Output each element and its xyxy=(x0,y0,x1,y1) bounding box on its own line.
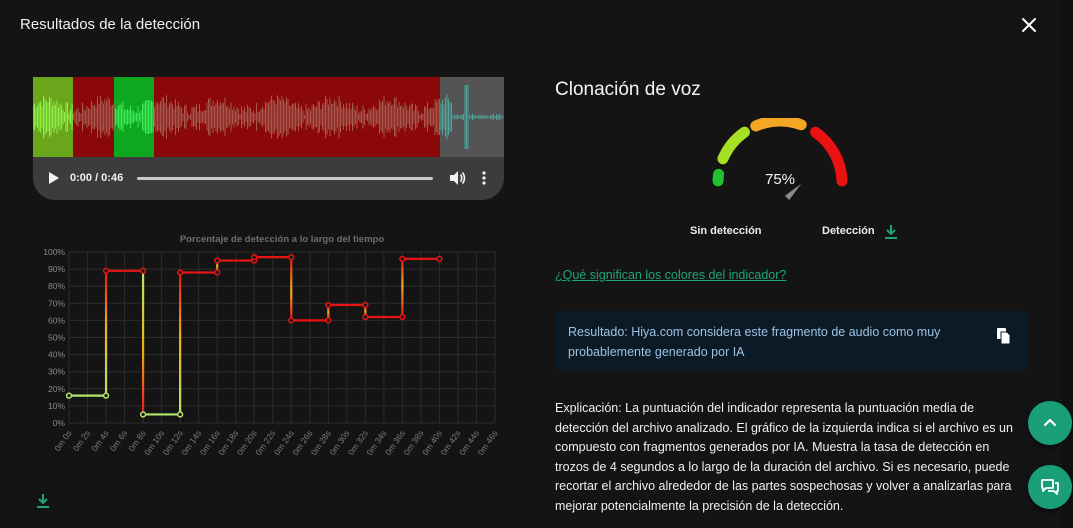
chart-point xyxy=(176,411,184,418)
chart-y-tick: 60% xyxy=(48,315,65,325)
chart-point xyxy=(65,392,73,399)
chart-y-tick: 30% xyxy=(48,367,65,377)
detection-gauge: 75% xyxy=(712,118,848,201)
gauge-arc-lime xyxy=(717,126,750,165)
chart-point xyxy=(362,313,369,321)
chart-y-tick: 90% xyxy=(48,264,65,274)
results-modal: Resultados de la detección 0:00 / 0:46 P… xyxy=(0,0,1062,528)
chart-x-tick: 0m 46s xyxy=(475,428,499,457)
chart-point xyxy=(214,269,221,276)
volume-button[interactable] xyxy=(449,170,467,186)
download-chart-button[interactable] xyxy=(36,493,50,509)
scroll-top-button[interactable] xyxy=(1028,401,1072,445)
more-options-button[interactable] xyxy=(479,169,489,187)
playback-time: 0:00 / 0:46 xyxy=(70,172,124,184)
voice-cloning-title: Clonación de voz xyxy=(555,79,701,100)
chart-line-segment xyxy=(141,270,145,415)
chart-point xyxy=(399,255,406,262)
play-button[interactable] xyxy=(47,171,61,185)
chart-line-segment xyxy=(401,258,404,317)
colors-meaning-link[interactable]: ¿Qué significan los colores del indicado… xyxy=(555,268,786,282)
volume-icon xyxy=(450,171,466,185)
chart-x-tick: 0m 6s xyxy=(108,428,129,453)
chart-y-tick: 40% xyxy=(48,350,65,360)
waveform-trace xyxy=(33,85,503,149)
chart-point xyxy=(362,301,369,309)
chart-point xyxy=(102,392,110,399)
audio-waveform[interactable] xyxy=(33,77,504,157)
gauge-score: 75% xyxy=(765,171,795,188)
chat-icon xyxy=(1041,479,1059,495)
chart-point xyxy=(288,253,295,261)
close-button[interactable] xyxy=(1018,14,1040,36)
chart-point xyxy=(436,255,443,262)
chart-line-segment xyxy=(104,270,108,396)
copy-button[interactable] xyxy=(996,327,1012,345)
gauge-arc-green xyxy=(712,168,725,187)
chart-line-segment xyxy=(179,272,182,415)
download-icon xyxy=(885,225,897,239)
chart-x-tick: 0m 2s xyxy=(71,428,92,453)
chart-point xyxy=(325,301,332,309)
audio-player: 0:00 / 0:46 xyxy=(33,157,504,200)
chart-x-tick: 0m 0s xyxy=(52,428,73,453)
chart-point xyxy=(176,269,184,276)
chart-point xyxy=(251,253,258,261)
result-text: Resultado: Hiya.com considera este fragm… xyxy=(568,325,941,359)
play-icon xyxy=(49,172,59,184)
chart-y-tick: 80% xyxy=(48,281,65,291)
chart-y-tick: 100% xyxy=(43,247,65,257)
modal-title: Resultados de la detección xyxy=(20,16,201,33)
chart-point xyxy=(102,267,110,274)
detection-chart: Porcentaje de detección a lo largo del t… xyxy=(43,234,499,457)
gauge-arc-orange xyxy=(750,118,807,132)
result-box: Resultado: Hiya.com considera este fragm… xyxy=(555,311,1027,371)
chart-point xyxy=(288,317,295,324)
download-icon xyxy=(37,494,49,508)
label-detection: Detección xyxy=(822,225,875,237)
close-icon xyxy=(1022,18,1036,32)
chart-y-tick: 70% xyxy=(48,298,65,308)
chart-x-tick: 0m 4s xyxy=(89,428,110,453)
download-report-button[interactable] xyxy=(884,224,898,240)
chart-point xyxy=(325,317,332,324)
chart-y-tick: 20% xyxy=(48,384,65,394)
explanation-text: Explicación: La puntuación del indicador… xyxy=(555,401,1013,513)
gauge-arc-red xyxy=(810,126,848,187)
chart-title: Porcentaje de detección a lo largo del t… xyxy=(180,234,384,245)
chart-line-segment xyxy=(290,257,293,321)
chat-button[interactable] xyxy=(1028,465,1072,509)
more-vert-icon xyxy=(482,171,486,185)
chart-y-tick: 10% xyxy=(48,401,65,411)
chart-y-tick: 50% xyxy=(48,333,65,343)
label-no-detection: Sin detección xyxy=(690,225,762,237)
chevron-up-icon xyxy=(1043,418,1057,427)
chart-point xyxy=(214,257,221,264)
chart-point xyxy=(399,313,406,321)
chart-point xyxy=(139,267,147,274)
copy-icon xyxy=(997,328,1011,345)
chart-y-tick: 0% xyxy=(53,418,66,428)
seek-bar[interactable] xyxy=(137,177,433,180)
chart-point xyxy=(139,411,147,418)
